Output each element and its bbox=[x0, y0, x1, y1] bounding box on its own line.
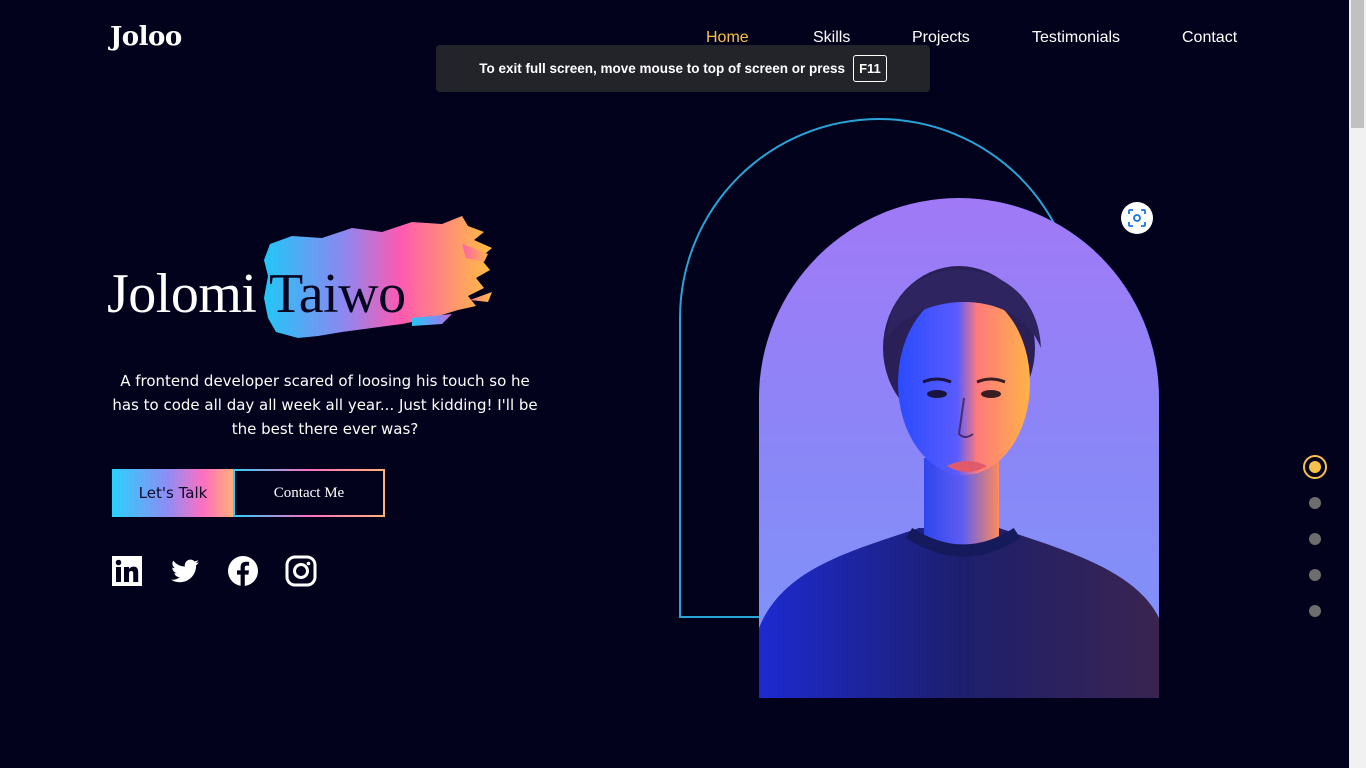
hero-name: Jolomi Taiwo bbox=[107, 262, 406, 326]
nav-contact[interactable]: Contact bbox=[1182, 29, 1237, 47]
hero-description: A frontend developer scared of loosing h… bbox=[112, 372, 538, 438]
facebook-icon[interactable] bbox=[227, 555, 259, 587]
nav-testimonials[interactable]: Testimonials bbox=[1032, 29, 1120, 47]
instagram-icon[interactable] bbox=[285, 555, 317, 587]
portrait-illustration bbox=[759, 266, 1159, 698]
section-dot-4[interactable] bbox=[1309, 569, 1321, 581]
linkedin-icon[interactable] bbox=[111, 555, 143, 587]
section-dot-5[interactable] bbox=[1309, 605, 1321, 617]
fullscreen-exit-toast: To exit full screen, move mouse to top o… bbox=[436, 45, 930, 92]
visual-search-lens-button[interactable] bbox=[1121, 202, 1153, 234]
toast-key: F11 bbox=[853, 55, 887, 82]
social-links bbox=[111, 555, 317, 587]
page-scrollbar[interactable] bbox=[1349, 0, 1366, 768]
section-dot-2[interactable] bbox=[1309, 497, 1321, 509]
hero-last-name: Taiwo bbox=[268, 263, 406, 325]
hero-first-name: Jolomi bbox=[107, 263, 257, 325]
toast-message: To exit full screen, move mouse to top o… bbox=[479, 61, 846, 76]
decorative-arch-base bbox=[679, 616, 761, 618]
contact-me-button[interactable]: Contact Me bbox=[233, 469, 385, 517]
profile-portrait-image bbox=[759, 198, 1159, 698]
scrollbar-thumb[interactable] bbox=[1351, 0, 1364, 128]
twitter-icon[interactable] bbox=[169, 555, 201, 587]
section-dot-1[interactable] bbox=[1303, 455, 1327, 479]
lens-icon bbox=[1128, 209, 1146, 227]
lets-talk-button[interactable]: Let's Talk bbox=[112, 469, 234, 517]
section-dot-3[interactable] bbox=[1309, 533, 1321, 545]
